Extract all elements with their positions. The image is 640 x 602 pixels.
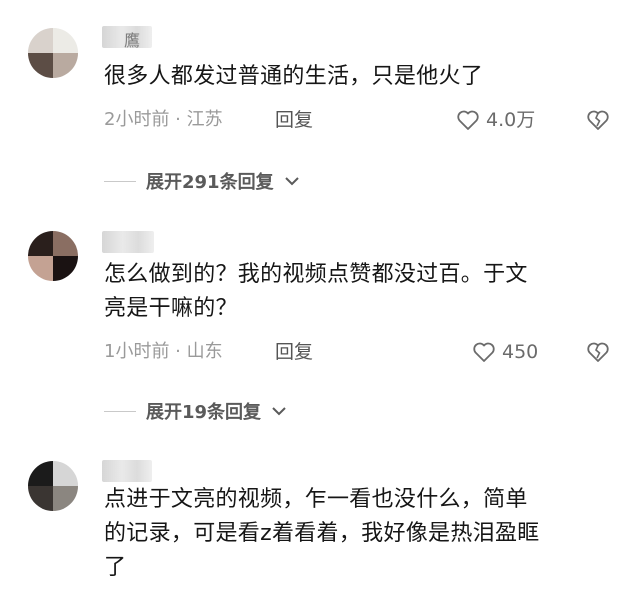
username[interactable]: [102, 231, 154, 253]
like-button[interactable]: 4.0万: [456, 108, 535, 132]
username[interactable]: [102, 460, 152, 482]
expand-replies-button[interactable]: 展开291条回复: [104, 168, 300, 194]
broken-heart-icon: [587, 110, 609, 130]
avatar[interactable]: [28, 461, 78, 511]
chevron-down-icon: [284, 177, 299, 186]
comment-text: 点进于文亮的视频，乍一看也没什么，简单 的记录，可是看z着看着，我好像是热泪盈眶…: [104, 483, 614, 585]
expand-replies-label: 展开19条回复: [146, 402, 262, 423]
comment-text: 怎么做到的？我的视频点赞都没过百。于文 亮是干嘛的？: [104, 258, 614, 326]
like-count: 450: [502, 341, 539, 363]
comment-item: 鷹 很多人都发过普通的生活，只是他火了 2小时前 · 江苏 回复 4.0万 展开…: [0, 0, 640, 200]
expand-replies-label: 展开291条回复: [146, 172, 274, 193]
reply-button[interactable]: 回复: [275, 108, 313, 132]
username[interactable]: 鷹: [102, 26, 152, 50]
divider-dash: [104, 410, 136, 412]
comment-time-location: 2小时前 · 江苏: [104, 109, 223, 130]
comment-item: 点进于文亮的视频，乍一看也没什么，简单 的记录，可是看z着看着，我好像是热泪盈眶…: [0, 430, 640, 602]
comment-text: 很多人都发过普通的生活，只是他火了: [104, 64, 484, 89]
chevron-down-icon: [272, 407, 286, 416]
comment-text-line: 了: [104, 555, 127, 580]
comment-text-line: 亮是干嘛的？: [104, 296, 238, 321]
comment-text-line: 点进于文亮的视频，乍一看也没什么，简单: [104, 487, 528, 512]
comment-text-line: 的记录，可是看z着看着，我好像是热泪盈眶: [104, 521, 540, 546]
like-count: 4.0万: [486, 109, 536, 131]
dislike-button[interactable]: [586, 109, 610, 135]
reply-button[interactable]: 回复: [275, 340, 313, 364]
heart-outline-icon: [473, 342, 495, 362]
expand-replies-button[interactable]: 展开19条回复: [104, 398, 287, 424]
comment-time-location: 1小时前 · 山东: [104, 341, 223, 362]
comment-text-line: 怎么做到的？我的视频点赞都没过百。于文: [104, 262, 528, 287]
like-button[interactable]: 450: [472, 340, 538, 364]
heart-outline-icon: [457, 110, 479, 130]
comment-item: 怎么做到的？我的视频点赞都没过百。于文 亮是干嘛的？ 1小时前 · 山东 回复 …: [0, 200, 640, 430]
dislike-button[interactable]: [586, 341, 610, 367]
avatar[interactable]: [28, 231, 78, 281]
broken-heart-icon: [587, 342, 609, 362]
avatar[interactable]: [28, 28, 78, 78]
divider-dash: [104, 180, 136, 182]
